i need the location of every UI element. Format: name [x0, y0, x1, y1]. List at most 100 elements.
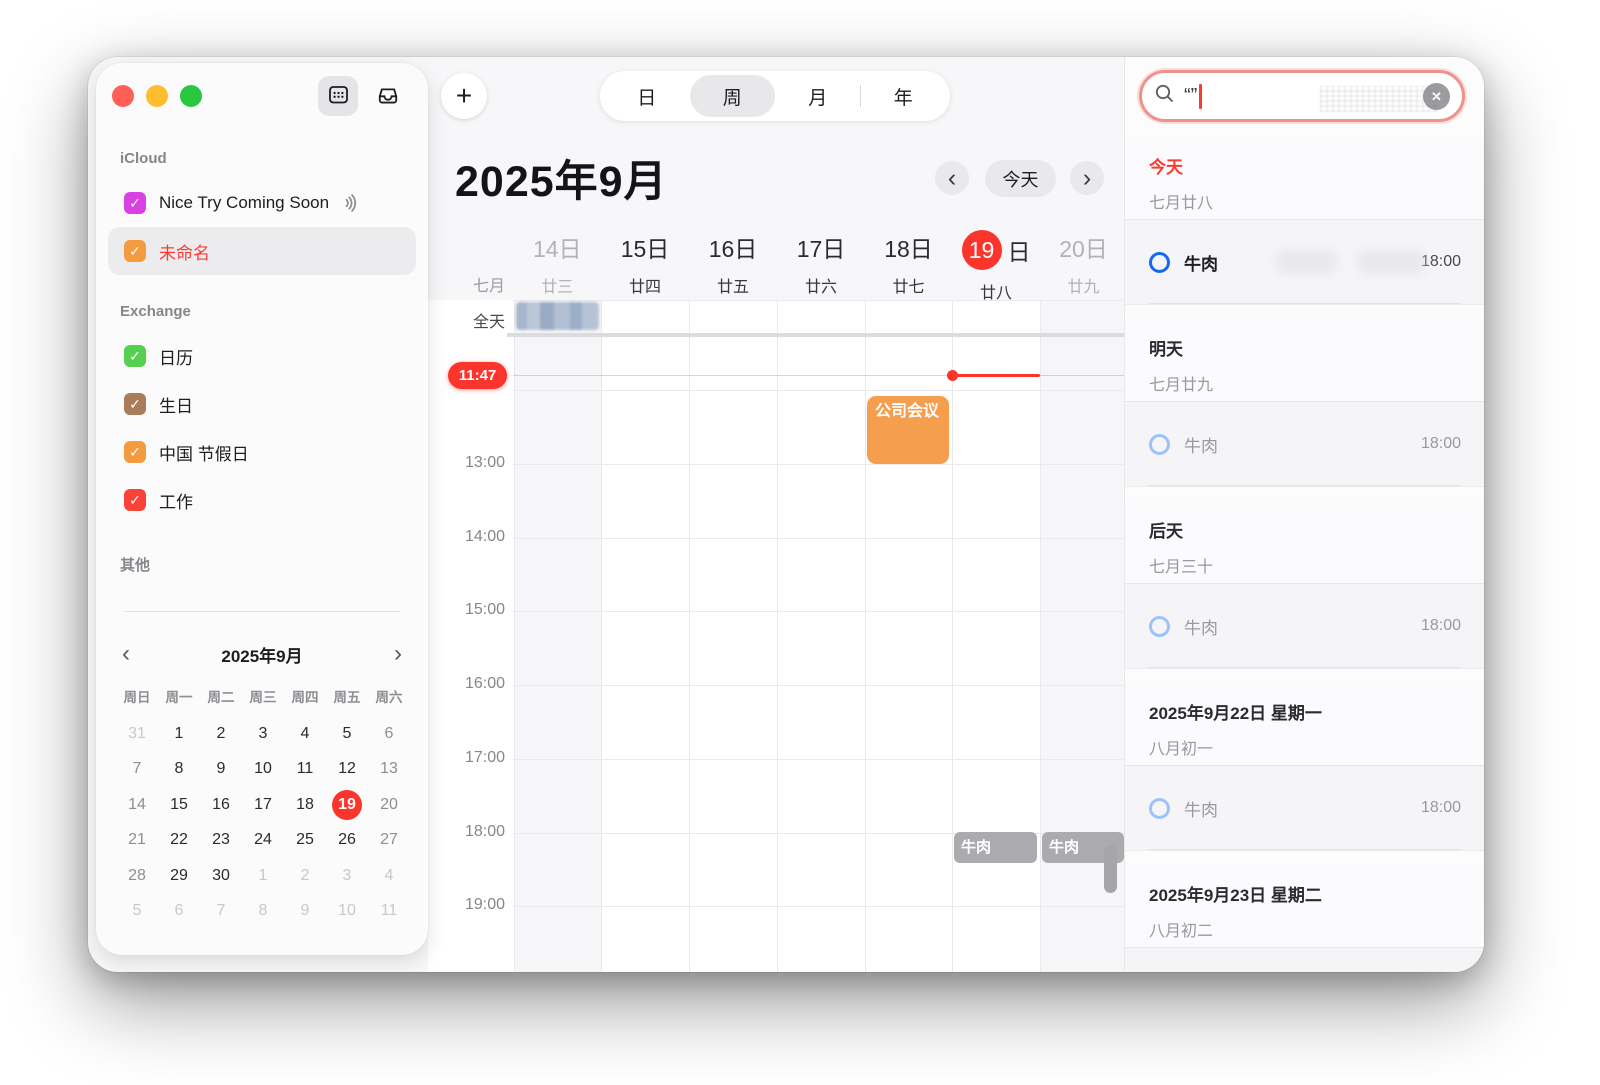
day-header-cell[interactable]: 14日 廿三	[512, 230, 602, 297]
event-公司会议[interactable]: 公司会议	[867, 396, 949, 464]
mini-cal-day[interactable]: 19	[326, 787, 368, 823]
mini-cal-day[interactable]: 31	[116, 716, 158, 752]
mini-cal-day[interactable]: 11	[368, 894, 410, 930]
day-header-cell[interactable]: 15日 廿四	[600, 230, 690, 297]
calendar-checkbox[interactable]: ✓	[124, 192, 146, 214]
day-header-cell[interactable]: 19 日廿八	[951, 230, 1041, 303]
mini-cal-day[interactable]: 8	[158, 752, 200, 788]
mini-cal-day[interactable]: 7	[116, 752, 158, 788]
prev-week-button[interactable]: ‹	[935, 161, 969, 195]
mini-cal-day[interactable]: 1	[242, 858, 284, 894]
mini-cal-day[interactable]: 14	[116, 787, 158, 823]
mini-cal-day[interactable]: 8	[242, 894, 284, 930]
mini-cal-day[interactable]: 13	[368, 752, 410, 788]
reminder-circle-icon[interactable]	[1149, 615, 1170, 637]
mini-cal-day[interactable]: 9	[200, 752, 242, 788]
inbox-button[interactable]	[368, 76, 408, 116]
view-tab-月[interactable]: 月	[775, 75, 861, 117]
minimize-window-button[interactable]	[146, 85, 168, 107]
reminder-circle-icon[interactable]	[1149, 797, 1170, 819]
close-window-button[interactable]	[112, 85, 134, 107]
sidebar-topbar	[96, 63, 428, 129]
date-label: 14日	[532, 236, 582, 262]
reminder-circle-icon[interactable]	[1149, 433, 1170, 455]
mini-cal-day[interactable]: 23	[200, 823, 242, 859]
mini-cal-day[interactable]: 24	[242, 823, 284, 859]
today-button[interactable]: 今天	[985, 160, 1056, 197]
date-suffix: 日	[1007, 239, 1031, 265]
calendar-view-button[interactable]	[318, 76, 358, 116]
search-result-row[interactable]: ★秋分全天	[1125, 948, 1484, 972]
hour-line	[513, 758, 1127, 760]
mini-cal-day[interactable]: 10	[326, 894, 368, 930]
day-header-cell[interactable]: 18日 廿七	[864, 230, 954, 297]
mini-cal-day[interactable]: 26	[326, 823, 368, 859]
view-tab-年[interactable]: 年	[861, 75, 947, 117]
mini-cal-day[interactable]: 11	[284, 752, 326, 788]
mini-cal-day[interactable]: 3	[242, 716, 284, 752]
mini-cal-day[interactable]: 15	[158, 787, 200, 823]
calendar-checkbox[interactable]: ✓	[124, 489, 146, 511]
mini-cal-day[interactable]: 21	[116, 823, 158, 859]
search-result-row[interactable]: 牛肉 18:00	[1125, 766, 1484, 850]
mini-cal-day[interactable]: 18	[284, 787, 326, 823]
mini-cal-day[interactable]: 4	[284, 716, 326, 752]
all-day-event-redacted[interactable]	[516, 302, 599, 330]
view-tab-周[interactable]: 周	[689, 75, 775, 117]
search-result-row[interactable]: 牛肉 18:00	[1125, 220, 1484, 304]
calendar-checkbox[interactable]: ✓	[124, 393, 146, 415]
mini-cal-day[interactable]: 3	[326, 858, 368, 894]
mini-cal-day[interactable]: 7	[200, 894, 242, 930]
calendar-list-item[interactable]: ✓ 工作	[108, 476, 416, 524]
event-牛肉[interactable]: 牛肉	[954, 832, 1037, 863]
next-week-button[interactable]: ›	[1070, 161, 1104, 195]
add-event-button[interactable]: +	[441, 73, 487, 119]
mini-cal-day[interactable]: 9	[284, 894, 326, 930]
mini-cal-weekday: 周六	[375, 690, 403, 705]
mini-cal-day[interactable]: 10	[242, 752, 284, 788]
reminder-circle-icon[interactable]	[1149, 251, 1170, 273]
shared-calendar-icon	[339, 193, 359, 213]
search-input[interactable]: “” ✕	[1139, 70, 1465, 122]
calendar-list-item[interactable]: ✓ Nice Try Coming Soon	[108, 179, 416, 227]
mini-cal-next-button[interactable]: ›	[394, 642, 402, 666]
mini-cal-day[interactable]: 17	[242, 787, 284, 823]
mini-cal-day[interactable]: 5	[326, 716, 368, 752]
current-time-dot	[947, 370, 958, 381]
mini-cal-day[interactable]: 4	[368, 858, 410, 894]
calendar-checkbox[interactable]: ✓	[124, 345, 146, 367]
mini-cal-day[interactable]: 28	[116, 858, 158, 894]
result-group-title: 2025年9月23日 星期二	[1149, 886, 1322, 905]
day-header-cell[interactable]: 16日 廿五	[688, 230, 778, 297]
mini-cal-day[interactable]: 5	[116, 894, 158, 930]
zoom-window-button[interactable]	[180, 85, 202, 107]
mini-cal-day[interactable]: 2	[284, 858, 326, 894]
mini-cal-day[interactable]: 6	[158, 894, 200, 930]
mini-cal-day[interactable]: 30	[200, 858, 242, 894]
mini-cal-day[interactable]: 2	[200, 716, 242, 752]
week-scrollbar-thumb[interactable]	[1104, 845, 1117, 893]
mini-cal-day[interactable]: 22	[158, 823, 200, 859]
calendar-list-item[interactable]: ✓ 未命名	[108, 227, 416, 275]
search-result-row[interactable]: 牛肉 18:00	[1125, 402, 1484, 486]
calendar-checkbox[interactable]: ✓	[124, 240, 146, 262]
mini-cal-day[interactable]: 27	[368, 823, 410, 859]
mini-cal-day[interactable]: 6	[368, 716, 410, 752]
mini-cal-prev-button[interactable]: ‹	[122, 642, 130, 666]
mini-cal-day[interactable]: 12	[326, 752, 368, 788]
calendar-list-item[interactable]: ✓ 中国 节假日	[108, 428, 416, 476]
calendar-list-item[interactable]: ✓ 日历	[108, 332, 416, 380]
mini-cal-day[interactable]: 20	[368, 787, 410, 823]
mini-cal-day[interactable]: 1	[158, 716, 200, 752]
current-time-line-today	[952, 374, 1040, 377]
mini-cal-day[interactable]: 29	[158, 858, 200, 894]
view-tab-日[interactable]: 日	[604, 75, 690, 117]
mini-cal-day[interactable]: 25	[284, 823, 326, 859]
day-header-cell[interactable]: 17日 廿六	[776, 230, 866, 297]
calendar-list-item[interactable]: ✓ 生日	[108, 380, 416, 428]
lunar-date: 廿六	[804, 279, 837, 296]
calendar-checkbox[interactable]: ✓	[124, 441, 146, 463]
day-header-cell[interactable]: 20日 廿九	[1039, 230, 1129, 297]
mini-cal-day[interactable]: 16	[200, 787, 242, 823]
search-result-row[interactable]: 牛肉 18:00	[1125, 584, 1484, 668]
